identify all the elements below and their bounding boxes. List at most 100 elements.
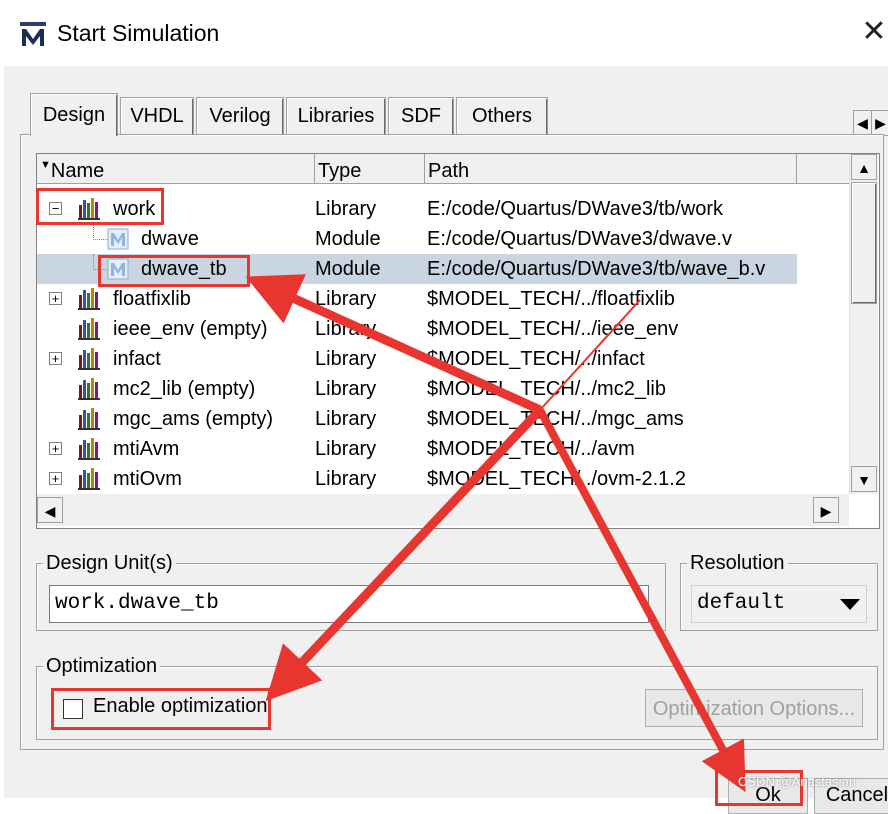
row-name: dwave_tb [141, 258, 227, 280]
row-name: floatfixlib [113, 288, 191, 310]
column-label: Path [428, 160, 470, 182]
row-type: Module [315, 228, 381, 250]
tab-label: Design [42, 104, 106, 126]
column-label: Name [50, 160, 105, 182]
row-path: $MODEL_TECH/../ieee_env [427, 318, 679, 340]
row-type: Library [315, 408, 377, 430]
design-units-group: Design Unit(s) work.dwave_tb [36, 551, 666, 631]
tab-others[interactable]: Others [456, 97, 548, 134]
scroll-right-button[interactable]: ▶ [813, 497, 839, 523]
chevron-right-icon: ▶ [875, 115, 886, 131]
library-icon [78, 318, 100, 340]
tab-vhdl[interactable]: VHDL [120, 97, 194, 134]
watermark: CSDN @Anastasiaıı [738, 774, 856, 789]
library-icon [78, 438, 100, 460]
column-header-type[interactable]: Type [315, 154, 425, 184]
row-type: Library [315, 348, 377, 370]
tree-row[interactable]: mc2_lib (empty) Library $MODEL_TECH/../mc2… [37, 374, 797, 404]
sort-icon: ▼ [40, 159, 51, 171]
tree-row[interactable]: dwave_tb Module E:/code/Quartus/DWave3/tb/… [37, 254, 797, 284]
tree-row[interactable]: − work Library E:/code/Quartus/DWave3/tb/wo… [37, 194, 797, 224]
close-icon[interactable]: ✕ [858, 16, 888, 48]
tree-row[interactable]: dwave Module E:/code/Quartus/DWave3/dwave.… [37, 224, 797, 254]
tab-sdf[interactable]: SDF [388, 97, 454, 134]
expand-icon[interactable]: + [49, 472, 62, 485]
row-type: Library [315, 378, 377, 400]
tab-label: VHDL [130, 105, 184, 127]
chevron-down-icon [840, 599, 860, 610]
tree-connector [93, 254, 108, 270]
tree-row[interactable]: + floatfixlib Library $MODEL_TECH/../floatf… [37, 284, 797, 314]
row-name: mc2_lib (empty) [113, 378, 256, 400]
tree-row[interactable]: ieee_env (empty) Library $MODEL_TECH/../ie… [37, 314, 797, 344]
resolution-group: Resolution default [680, 551, 878, 631]
library-icon [78, 288, 100, 310]
row-path: $MODEL_TECH/../mc2_lib [427, 378, 666, 400]
row-path: $MODEL_TECH/../ovm-2.1.2 [427, 468, 686, 490]
expand-icon[interactable]: + [49, 292, 62, 305]
scroll-up-button[interactable]: ▲ [851, 154, 877, 180]
scroll-thumb[interactable] [851, 182, 877, 304]
row-path: $MODEL_TECH/../mgc_ams [427, 408, 684, 430]
tab-design[interactable]: Design [30, 93, 118, 136]
scroll-left-button[interactable]: ◀ [37, 497, 63, 523]
row-path: E:/code/Quartus/DWave3/tb/work [427, 198, 724, 220]
library-icon [78, 468, 100, 490]
column-header-name[interactable]: ▼Name [37, 154, 315, 184]
tab-label: Others [471, 105, 533, 127]
tab-verilog[interactable]: Verilog [196, 97, 284, 134]
row-name: infact [113, 348, 161, 370]
arrow-down-icon: ▼ [857, 472, 871, 488]
module-icon [107, 228, 129, 250]
tab-libraries[interactable]: Libraries [286, 97, 386, 134]
column-label: Type [318, 160, 362, 182]
design-units-input[interactable]: work.dwave_tb [49, 585, 649, 623]
design-tree[interactable]: ▼Name Type Path − work Library E:/code/Quar… [36, 153, 880, 529]
resolution-value: default [697, 592, 786, 615]
column-header-path[interactable]: Path [425, 154, 797, 184]
library-icon [78, 378, 100, 400]
optimization-options-button[interactable]: Optimization Options... [645, 689, 863, 727]
tree-vertical-scrollbar[interactable]: ▲ ▼ [849, 154, 878, 494]
library-icon [78, 198, 100, 220]
row-path: $MODEL_TECH/../infact [427, 348, 645, 370]
row-type: Library [315, 198, 377, 220]
resolution-dropdown-button[interactable] [835, 588, 865, 620]
tab-scroll-left-button[interactable]: ◀ [853, 110, 872, 136]
arrow-right-icon: ▶ [820, 503, 832, 519]
column-header-filler [797, 154, 849, 184]
scroll-down-button[interactable]: ▼ [851, 466, 877, 492]
library-icon [78, 348, 100, 370]
tab-scroll-right-button[interactable]: ▶ [871, 110, 888, 136]
tree-row[interactable]: + mtiAvm Library $MODEL_TECH/../avm [37, 434, 797, 464]
tree-row[interactable]: + infact Library $MODEL_TECH/../infact [37, 344, 797, 374]
arrow-up-icon: ▲ [857, 160, 871, 176]
row-type: Module [315, 258, 381, 280]
expand-icon[interactable]: + [49, 442, 62, 455]
optimization-group: Optimization Enable optimization Optimiz… [36, 654, 878, 740]
title-bar: Start Simulation ✕ [0, 0, 888, 66]
expand-icon[interactable]: + [49, 352, 62, 365]
enable-optimization-label[interactable]: Enable optimization [93, 695, 268, 718]
tab-label: Verilog [209, 105, 271, 127]
row-path: $MODEL_TECH/../avm [427, 438, 635, 460]
row-name: dwave [141, 228, 199, 250]
module-icon [107, 258, 129, 280]
tree-row[interactable]: + mtiOvm Library $MODEL_TECH/../ovm-2.1.2 [37, 464, 797, 494]
row-name: mgc_ams (empty) [113, 408, 274, 430]
tab-label: Libraries [297, 105, 375, 127]
row-path: E:/code/Quartus/DWave3/dwave.v [427, 228, 732, 250]
library-icon [78, 408, 100, 430]
row-type: Library [315, 318, 377, 340]
tree-horizontal-scrollbar[interactable]: ◀ ▶ [37, 494, 849, 526]
arrow-left-icon: ◀ [44, 503, 56, 519]
tree-row[interactable]: mgc_ams (empty) Library $MODEL_TECH/../mgc… [37, 404, 797, 434]
optimization-label: Optimization [43, 654, 161, 678]
row-type: Library [315, 288, 377, 310]
row-type: Library [315, 438, 377, 460]
row-path: $MODEL_TECH/../floatfixlib [427, 288, 675, 310]
enable-optimization-checkbox[interactable] [63, 699, 83, 719]
tree-connector [93, 224, 108, 240]
tab-label: SDF [401, 105, 441, 127]
collapse-icon[interactable]: − [49, 202, 62, 215]
